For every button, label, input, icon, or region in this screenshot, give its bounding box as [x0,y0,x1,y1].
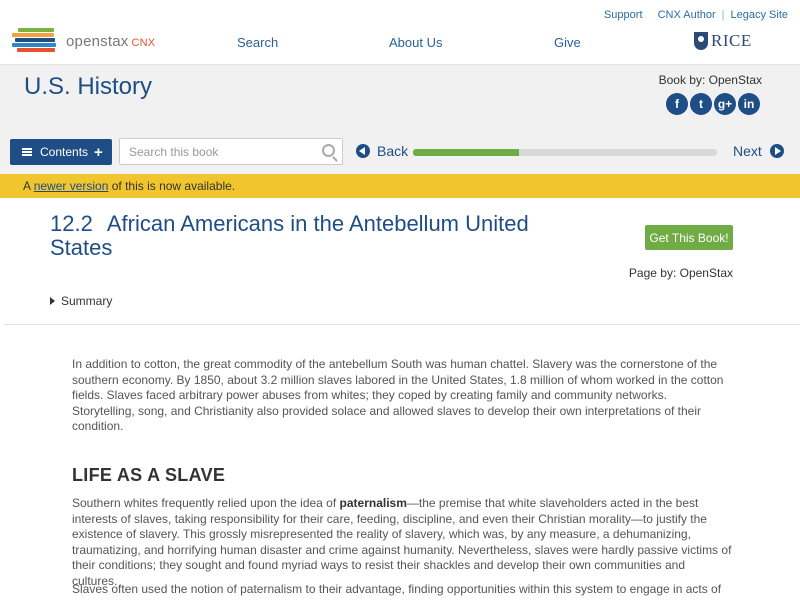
book-author: Book by: OpenStax [658,73,762,87]
nav-about-us[interactable]: About Us [389,35,442,50]
site-header: openstax CNX Support CNX Author | Legacy … [0,0,800,64]
book-progress-bar [413,149,717,156]
progress-fill [413,149,520,156]
chevron-left-icon [356,144,370,158]
paternalism-paragraph: Southern whites frequently relied upon t… [72,496,732,588]
rice-logo[interactable]: RICE [694,31,752,51]
back-button[interactable]: Back [356,143,408,159]
utility-links: Support CNX Author | Legacy Site [603,9,788,21]
social-share: f t g+ in [666,93,760,115]
back-label: Back [377,143,409,159]
plus-icon: + [94,143,103,161]
section-title: African Americans in the Antebellum Unit… [50,211,529,260]
facebook-icon[interactable]: f [666,93,688,115]
disclosure-triangle-icon [50,297,55,305]
divider [4,324,800,325]
resistance-paragraph: Slaves often used the notion of paternal… [72,582,722,600]
book-header: U.S. History Book by: OpenStax f t g+ in… [0,64,800,174]
contents-button[interactable]: Contents + [10,139,112,165]
nav-give[interactable]: Give [554,35,581,50]
logo-text: openstax [66,32,129,50]
newer-version-notice: A newer version of this is now available… [0,174,800,198]
search-input[interactable] [120,139,310,164]
google-plus-icon[interactable]: g+ [714,93,736,115]
section-number: 12.2 [50,211,93,236]
logo-mark-icon [12,28,60,54]
contents-label: Contents [40,145,89,159]
page-author: Page by: OpenStax [628,266,733,280]
newer-version-link[interactable]: newer version [34,179,109,193]
list-icon [22,148,32,156]
logo-suffix: CNX [131,36,156,49]
linkedin-icon[interactable]: in [738,93,760,115]
book-title[interactable]: U.S. History [24,73,152,101]
nav-search[interactable]: Search [237,35,278,50]
next-button[interactable]: Next [733,143,784,159]
summary-label: Summary [61,294,113,308]
openstax-logo[interactable]: openstax CNX [12,26,172,56]
search-icon[interactable] [322,144,335,157]
page-title: 12.2 African Americans in the Antebellum … [50,212,530,260]
rice-wordmark: RICE [711,31,752,50]
next-label: Next [733,143,762,159]
glossary-term: paternalism [339,496,407,510]
twitter-icon[interactable]: t [690,93,712,115]
intro-paragraph: In addition to cotton, the great commodi… [72,357,724,433]
summary-toggle[interactable]: Summary [50,294,112,308]
cnx-author-link[interactable]: CNX Author [658,9,716,21]
legacy-site-link[interactable]: Legacy Site [731,9,788,21]
section-heading: LIFE AS A SLAVE [72,465,226,485]
get-this-book-button[interactable]: Get This Book! [645,225,733,250]
support-link[interactable]: Support [604,9,643,21]
chevron-right-icon [769,144,784,158]
rice-shield-icon [694,32,708,50]
book-search [119,138,343,165]
